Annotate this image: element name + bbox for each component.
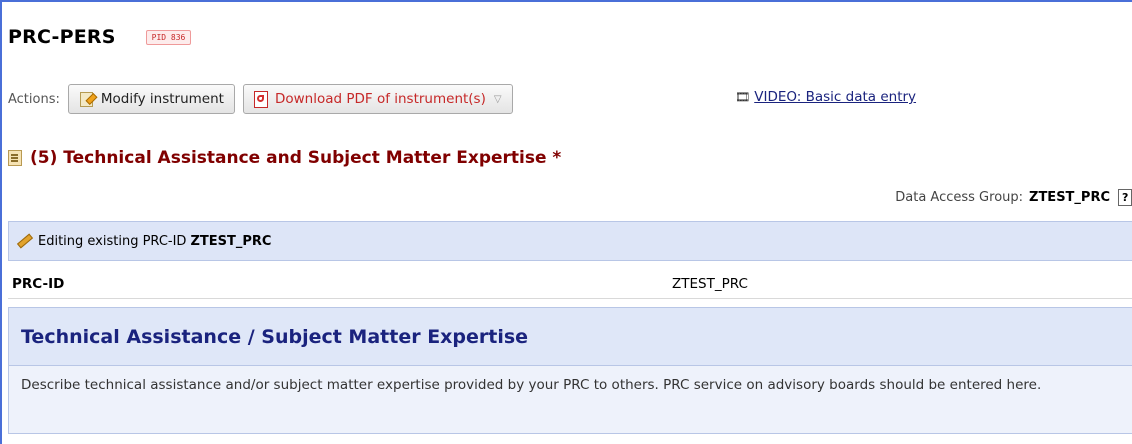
project-title: PRC-PERS (8, 26, 116, 48)
data-access-group-row: Data Access Group: ZTEST_PRC ? (895, 189, 1132, 206)
modify-instrument-label: Modify instrument (100, 91, 224, 107)
record-id-field-row: PRC-ID ZTEST_PRC (8, 269, 1132, 299)
film-icon: 🎞 (735, 90, 751, 104)
form-title: (5) Technical Assistance and Subject Mat… (30, 148, 562, 168)
video-basic-data-entry-link[interactable]: VIDEO: Basic data entry (754, 89, 916, 105)
editing-record-banner: Editing existing PRC-ID ZTEST_PRC (8, 221, 1132, 261)
section-header: Technical Assistance / Subject Matter Ex… (8, 307, 1132, 366)
dag-label: Data Access Group: (895, 190, 1024, 205)
dag-value: ZTEST_PRC (1029, 190, 1110, 205)
project-header: PRC-PERS PID 836 (8, 26, 192, 48)
pid-badge: PID 836 (145, 29, 192, 45)
pdf-icon (253, 91, 269, 108)
actions-toolbar: Actions: Modify instrument Download PDF … (8, 82, 521, 116)
editing-record-id: ZTEST_PRC (190, 233, 272, 249)
chevron-down-icon: ▽ (493, 93, 502, 105)
download-pdf-button[interactable]: Download PDF of instrument(s) ▽ (242, 84, 513, 114)
record-id-value: ZTEST_PRC (672, 275, 748, 292)
section-title: Technical Assistance / Subject Matter Ex… (21, 325, 529, 348)
video-link-container: 🎞 VIDEO: Basic data entry (735, 89, 916, 105)
form-title-row: (5) Technical Assistance and Subject Mat… (8, 148, 561, 168)
form-icon (8, 150, 22, 166)
modify-instrument-button[interactable]: Modify instrument (67, 84, 235, 114)
editing-prefix: Editing existing PRC-ID (38, 233, 187, 249)
window-frame-left (0, 0, 2, 444)
pencil-icon (16, 233, 34, 249)
edit-document-icon (79, 91, 98, 107)
dag-help-button[interactable]: ? (1118, 189, 1132, 206)
window-frame-top (0, 0, 1132, 2)
actions-label: Actions: (8, 91, 60, 107)
section-description: Describe technical assistance and/or sub… (8, 366, 1132, 434)
download-pdf-label: Download PDF of instrument(s) (274, 91, 486, 107)
record-id-label: PRC-ID (12, 275, 65, 292)
